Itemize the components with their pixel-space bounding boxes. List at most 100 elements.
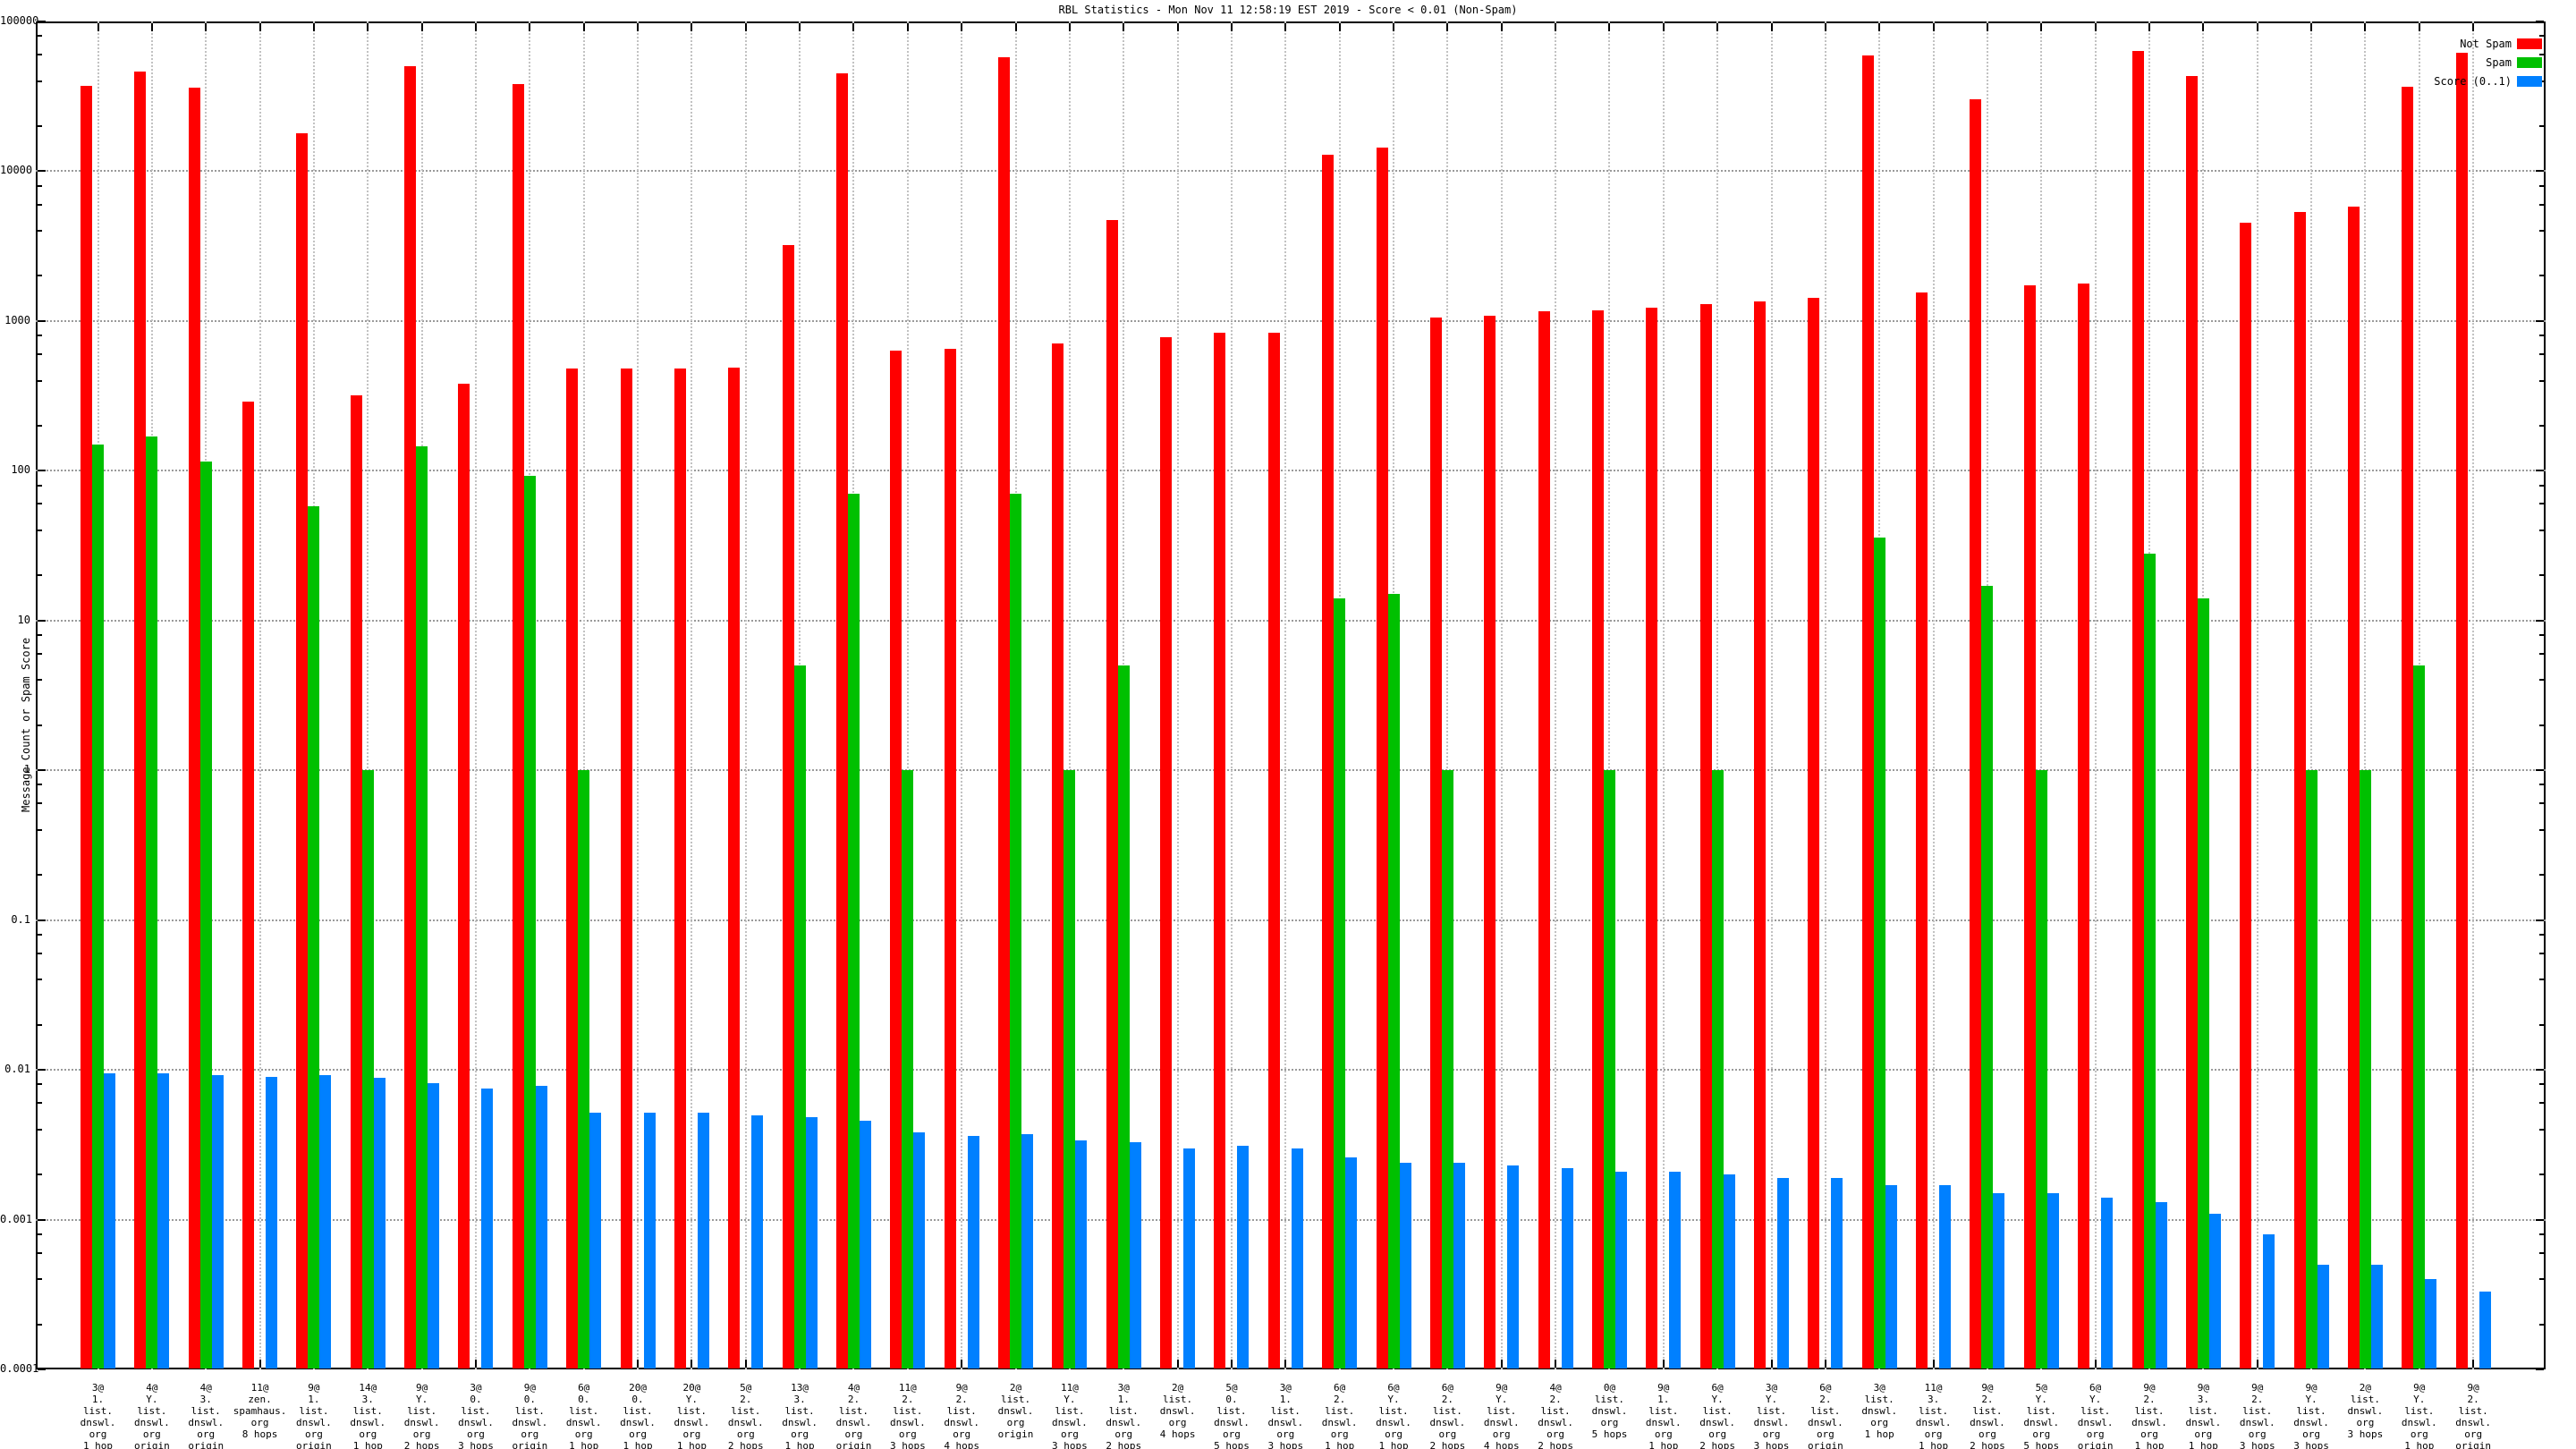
x-tick: [637, 1360, 639, 1368]
x-tick: [205, 23, 207, 31]
y-minor-tick: [38, 979, 42, 980]
y-minor-tick: [2539, 1083, 2544, 1085]
x-tick: [97, 23, 99, 31]
bar-score: [1507, 1165, 1519, 1368]
bar-spam: [2036, 770, 2047, 1368]
bar-score: [212, 1075, 224, 1368]
x-tick: [313, 23, 315, 31]
y-minor-tick: [2539, 353, 2544, 355]
x-tick: [1771, 1360, 1773, 1368]
bar-not-spam: [404, 66, 416, 1368]
y-minor-tick: [2539, 380, 2544, 382]
y-minor-tick: [2539, 653, 2544, 655]
y-minor-tick: [38, 802, 42, 804]
x-tick: [1231, 23, 1233, 31]
x-tick: [1177, 23, 1179, 31]
y-minor-tick: [2539, 574, 2544, 576]
y-minor-tick: [38, 1252, 42, 1254]
bar-not-spam: [2402, 87, 2413, 1368]
bar-not-spam: [134, 72, 146, 1368]
y-minor-tick: [2539, 1174, 2544, 1175]
x-tick: [475, 1360, 477, 1368]
x-gridline: [961, 21, 962, 1369]
y-minor-tick: [38, 380, 42, 382]
bar-score: [2425, 1279, 2436, 1368]
x-tick: [1231, 1360, 1233, 1368]
bar-not-spam: [945, 349, 956, 1368]
bar-spam: [1981, 586, 1993, 1368]
bar-spam: [1442, 770, 1453, 1368]
y-minor-tick: [38, 679, 42, 681]
y-minor-tick: [38, 80, 42, 82]
y-tick-label: 0.0001: [0, 1362, 30, 1375]
y-minor-tick: [38, 874, 42, 876]
bar-score: [860, 1121, 871, 1368]
legend-row: Spam: [2347, 56, 2544, 69]
bar-score: [157, 1073, 169, 1368]
y-minor-tick: [38, 574, 42, 576]
x-tick: [475, 23, 477, 31]
x-tick: [1663, 23, 1665, 31]
x-tick: [2095, 1360, 2097, 1368]
y-tick: [2536, 470, 2544, 471]
y-minor-tick: [2539, 1233, 2544, 1235]
x-tick: [1015, 23, 1017, 31]
bar-not-spam: [351, 395, 362, 1368]
bar-not-spam: [2456, 53, 2468, 1368]
x-tick: [1716, 23, 1718, 31]
bar-spam: [308, 506, 319, 1368]
bar-not-spam: [1268, 333, 1280, 1368]
bar-score: [1453, 1163, 1465, 1368]
x-tick: [2257, 1360, 2258, 1368]
x-tick: [1284, 1360, 1286, 1368]
y-minor-tick: [38, 724, 42, 726]
bar-not-spam: [1430, 318, 1442, 1368]
bar-score: [589, 1113, 601, 1368]
y-minor-tick: [38, 35, 42, 37]
bar-not-spam: [728, 368, 740, 1368]
x-tick: [2202, 23, 2204, 31]
bar-score: [913, 1132, 925, 1368]
bar-not-spam: [1052, 343, 1063, 1368]
bar-score: [806, 1117, 818, 1368]
x-tick: [2040, 23, 2042, 31]
bar-not-spam: [2078, 284, 2089, 1368]
y-minor-tick: [2539, 275, 2544, 276]
bar-spam: [2198, 598, 2209, 1368]
bar-not-spam: [1808, 298, 1819, 1368]
y-tick: [38, 21, 46, 22]
bar-spam: [200, 462, 212, 1368]
bar-score: [1345, 1157, 1357, 1368]
x-tick: [1933, 23, 1935, 31]
bar-spam: [2360, 770, 2371, 1368]
x-tick: [907, 23, 909, 31]
bar-spam: [416, 446, 428, 1368]
bar-not-spam: [1916, 292, 1928, 1368]
x-tick: [1825, 23, 1826, 31]
bar-score: [1237, 1146, 1249, 1368]
y-minor-tick: [2539, 35, 2544, 37]
x-tick: [367, 23, 369, 31]
bar-score: [1777, 1178, 1789, 1368]
y-minor-tick: [38, 530, 42, 531]
bar-spam: [146, 436, 157, 1368]
x-tick: [2472, 23, 2474, 31]
x-tick: [1501, 23, 1503, 31]
y-tick: [38, 919, 46, 921]
bar-not-spam: [242, 402, 254, 1368]
bar-spam: [902, 770, 913, 1368]
bar-spam: [2306, 770, 2318, 1368]
bar-spam: [2413, 665, 2425, 1368]
x-tick: [2257, 23, 2258, 31]
y-minor-tick: [38, 204, 42, 206]
bar-spam: [1010, 494, 1021, 1368]
x-gridline: [475, 21, 477, 1369]
bar-spam: [578, 770, 589, 1368]
y-tick: [38, 620, 46, 622]
y-minor-tick: [2539, 802, 2544, 804]
x-tick: [2310, 23, 2312, 31]
x-tick: [1123, 23, 1124, 31]
bar-spam: [794, 665, 806, 1368]
legend-swatch: [2517, 38, 2542, 49]
x-tick: [961, 1360, 962, 1368]
